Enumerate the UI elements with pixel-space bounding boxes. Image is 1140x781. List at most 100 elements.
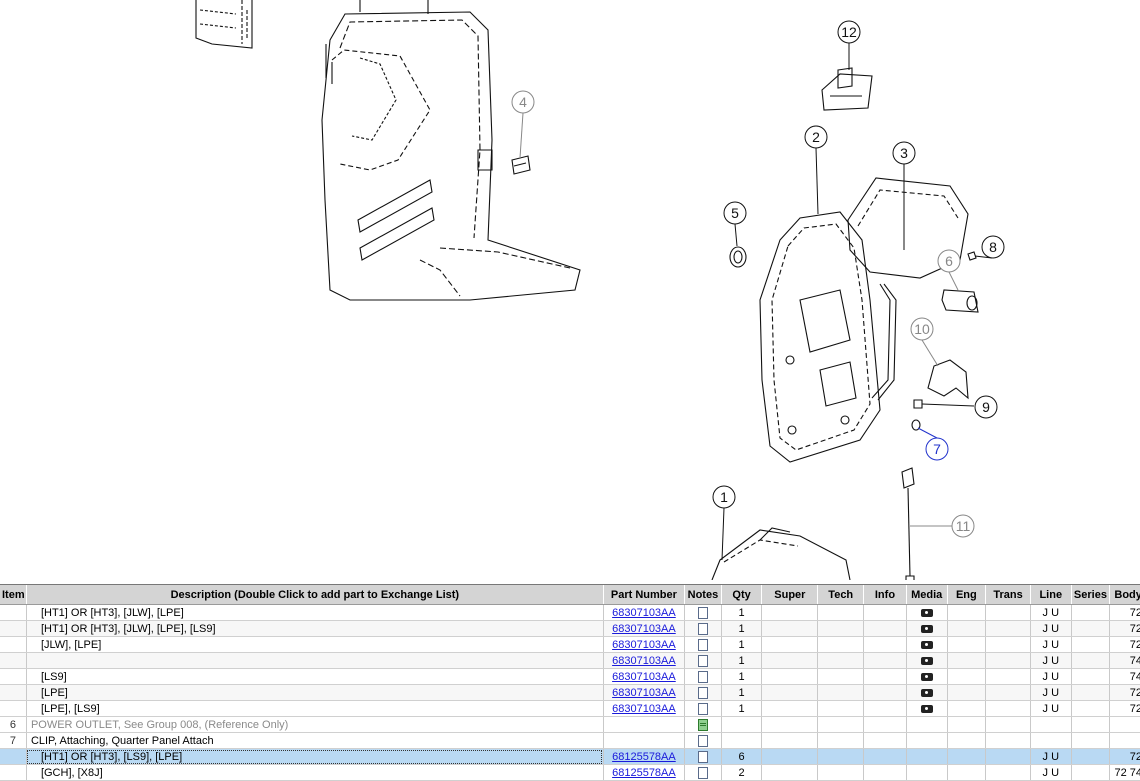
callout-1[interactable]: 1 [712,485,736,509]
callout-2[interactable]: 2 [804,125,828,149]
col-header-eng[interactable]: Eng [947,585,987,605]
table-row[interactable]: [LPE], [LS9] 68307103AA 1 J U 72 [0,700,1140,717]
callout-6[interactable]: 6 [937,249,961,273]
part-number-cell: 68307103AA [603,636,686,653]
svg-text:7: 7 [933,441,941,457]
callout-12[interactable]: 12 [837,20,861,44]
note-filled-icon[interactable] [697,718,708,731]
eng-cell [947,668,987,685]
col-header-item[interactable]: Item [0,585,27,605]
part-number-link[interactable]: 68307103AA [612,623,676,635]
col-header-body[interactable]: Body [1109,585,1140,605]
camera-icon[interactable] [920,608,933,617]
description-cell[interactable]: [LPE], [LS9] [26,700,604,717]
description-cell[interactable]: [LS9] [26,668,604,685]
part-number-link[interactable]: 68307103AA [612,639,676,651]
part-number-link[interactable]: 68307103AA [612,687,676,699]
note-icon[interactable] [697,702,708,715]
parts-table-body: [HT1] OR [HT3], [JLW], [LPE] 68307103AA 1 J… [0,604,1140,781]
description-cell[interactable]: [HT1] OR [HT3], [LS9], [LPE] [26,748,604,765]
callout-4[interactable]: 4 [511,90,535,114]
table-row[interactable]: [LPE] 68307103AA 1 J U 72 [0,684,1140,701]
note-icon[interactable] [697,766,708,779]
col-header-media[interactable]: Media [906,585,948,605]
part-number-link[interactable]: 68307103AA [612,655,676,667]
note-icon[interactable] [697,654,708,667]
col-header-trans[interactable]: Trans [985,585,1031,605]
note-icon[interactable] [697,622,708,635]
col-header-notes[interactable]: Notes [684,585,722,605]
table-row[interactable]: [JLW], [LPE] 68307103AA 1 J U 72 [0,636,1140,653]
note-icon[interactable] [697,750,708,763]
camera-icon[interactable] [920,688,933,697]
item-cell [0,764,27,781]
table-row[interactable]: 6 POWER OUTLET, See Group 008, (Reference… [0,716,1140,733]
notes-cell [684,620,722,637]
description-cell[interactable]: [LPE] [26,684,604,701]
table-row[interactable]: [LS9] 68307103AA 1 J U 74 [0,668,1140,685]
part-number-link[interactable]: 68307103AA [612,703,676,715]
trans-cell [985,716,1031,733]
callout-7[interactable]: 7 [925,437,949,461]
col-header-tech[interactable]: Tech [817,585,865,605]
callout-8[interactable]: 8 [981,235,1005,259]
note-icon[interactable] [697,638,708,651]
table-row[interactable]: 7 CLIP, Attaching, Quarter Panel Attach [0,732,1140,749]
table-row[interactable]: 68307103AA 1 J U 74 [0,652,1140,669]
eng-cell [947,764,987,781]
camera-icon[interactable] [920,640,933,649]
tech-cell [817,668,865,685]
item-cell [0,604,27,621]
col-header-description[interactable]: Description (Double Click to add part to… [26,585,604,605]
body-cell: 72 [1109,636,1140,653]
callout-9[interactable]: 9 [974,395,998,419]
col-header-line[interactable]: Line [1030,585,1072,605]
note-icon[interactable] [697,686,708,699]
description-cell[interactable] [26,652,604,669]
part-number-link[interactable]: 68125578AA [612,751,676,763]
trans-cell [985,620,1031,637]
part-number-link[interactable]: 68307103AA [612,671,676,683]
table-row[interactable]: [HT1] OR [HT3], [LS9], [LPE] 68125578AA 6 J… [0,748,1140,765]
note-icon[interactable] [697,734,708,747]
camera-icon[interactable] [920,704,933,713]
callout-11[interactable]: 11 [951,514,975,538]
super-cell [761,684,819,701]
col-header-part-number[interactable]: Part Number [603,585,686,605]
description-cell[interactable]: POWER OUTLET, See Group 008, (Reference … [26,716,604,733]
series-cell [1071,764,1111,781]
qty-cell [721,716,763,733]
callout-5[interactable]: 5 [723,201,747,225]
col-header-super[interactable]: Super [761,585,819,605]
part-11-wiring [901,467,915,580]
note-icon[interactable] [697,670,708,683]
note-icon[interactable] [697,606,708,619]
description-cell[interactable]: [HT1] OR [HT3], [JLW], [LPE], [LS9] [26,620,604,637]
table-row[interactable]: [HT1] OR [HT3], [JLW], [LPE] 68307103AA 1 J… [0,604,1140,621]
part-number-link[interactable]: 68307103AA [612,607,676,619]
description-cell[interactable]: CLIP, Attaching, Quarter Panel Attach [26,732,604,749]
table-row[interactable]: [GCH], [X8J] 68125578AA 2 J U 72 74 [0,764,1140,781]
col-header-qty[interactable]: Qty [721,585,763,605]
media-cell [906,684,948,701]
col-header-info[interactable]: Info [863,585,907,605]
part-number-link[interactable]: 68125578AA [612,767,676,779]
callout-3[interactable]: 3 [892,141,916,165]
camera-icon[interactable] [920,656,933,665]
description-cell[interactable]: [HT1] OR [HT3], [JLW], [LPE] [26,604,604,621]
camera-icon[interactable] [920,624,933,633]
info-cell [863,764,907,781]
part-number-cell: 68307103AA [603,668,686,685]
trans-cell [985,652,1031,669]
tech-cell [817,636,865,653]
series-cell [1071,748,1111,765]
media-cell [906,636,948,653]
info-cell [863,652,907,669]
media-cell [906,732,948,749]
callout-10[interactable]: 10 [910,317,934,341]
table-row[interactable]: [HT1] OR [HT3], [JLW], [LPE], [LS9] 68307… [0,620,1140,637]
description-cell[interactable]: [GCH], [X8J] [26,764,604,781]
description-cell[interactable]: [JLW], [LPE] [26,636,604,653]
col-header-series[interactable]: Series [1071,585,1111,605]
camera-icon[interactable] [920,672,933,681]
